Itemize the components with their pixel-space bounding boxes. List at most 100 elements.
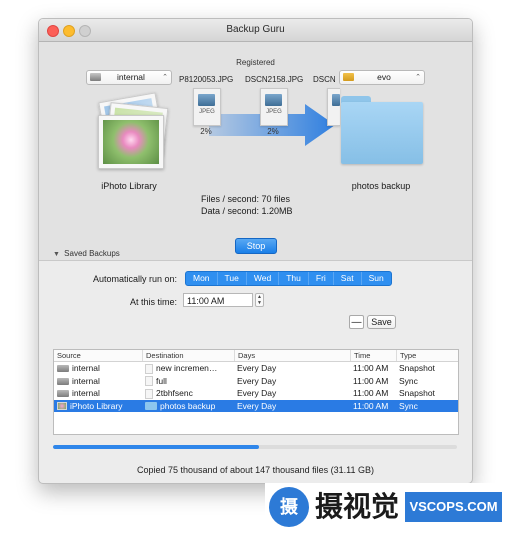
time-cell: 11:00 AM [353, 363, 389, 373]
destination-text: new incremen… [156, 363, 218, 373]
hard-disk-icon [90, 73, 101, 81]
status-message: Copied 75 thousand of about 147 thousand… [136, 465, 374, 475]
destination-disk-popup[interactable]: evo ⌃ [339, 70, 425, 85]
hard-disk-icon [57, 390, 69, 398]
source-text: iPhoto Library [70, 400, 123, 411]
title-bar: Backup Guru [39, 19, 472, 42]
days-cell: Every Day [237, 400, 277, 411]
remove-backup-button[interactable]: — [349, 315, 364, 329]
type-cell: Snapshot [399, 388, 435, 398]
overall-progress-bar [53, 445, 457, 449]
type-cell: Snapshot [399, 363, 435, 373]
hard-disk-icon [57, 365, 69, 373]
jpeg-file-icon: JPEG [193, 88, 221, 126]
watermark-site: VSCOPS.COM [405, 492, 502, 522]
saved-backups-label: Saved Backups [64, 249, 120, 258]
source-name: iPhoto Library [101, 181, 157, 191]
time-label: At this time: [129, 297, 177, 307]
destination-cell: 2tbhfsenc [142, 387, 234, 400]
destination-text: photos backup [160, 400, 216, 411]
time-cell: 11:00 AM [353, 388, 389, 398]
source-cell: internal [54, 362, 142, 375]
auto-run-label: Automatically run on: [92, 274, 177, 284]
source-disk-label: internal [117, 72, 145, 82]
transfer-panel: Registered internal ⌃ evo ⌃ iPhoto Libra… [39, 42, 472, 261]
day-toggle-fri[interactable]: Fri [309, 272, 334, 285]
destination-cell: full [142, 375, 234, 388]
stop-button[interactable]: Stop [235, 238, 277, 254]
data-per-second: Data / second: 1.20MB [201, 206, 293, 216]
column-header-days[interactable]: Days [234, 350, 350, 361]
close-window-button[interactable] [47, 25, 59, 37]
destination-text: 2tbhfsenc [156, 388, 193, 398]
folder-icon [145, 402, 157, 411]
transfer-stats: Files / second: 70 files Data / second: … [201, 193, 293, 217]
iphoto-library-icon [86, 91, 172, 175]
external-disk-icon [343, 73, 354, 81]
jpeg-file-icon: JPEG [260, 88, 288, 126]
source-disk-popup[interactable]: internal ⌃ [86, 70, 172, 85]
day-toggle-mon[interactable]: Mon [186, 272, 218, 285]
time-cell: 11:00 AM [353, 375, 389, 386]
column-header-time[interactable]: Time [350, 350, 396, 361]
source-cell: internal [54, 375, 142, 388]
destination-text: full [156, 375, 167, 386]
chevron-updown-icon: ⌃ [415, 74, 421, 81]
time-field[interactable]: 11:00 AM [183, 293, 253, 307]
document-icon [145, 388, 153, 399]
time-cell: 11:00 AM [353, 400, 389, 411]
saved-backups-disclosure[interactable]: ▼ Saved Backups [53, 249, 120, 258]
table-row[interactable]: internal 2tbhfsenc Every Day 11:00 AM Sn… [54, 387, 458, 400]
minimize-window-button[interactable] [63, 25, 75, 37]
file-type-label: JPEG [266, 109, 282, 115]
document-icon [145, 376, 153, 387]
type-cell: Sync [399, 400, 418, 411]
destination-name: photos backup [351, 181, 411, 191]
watermark-logo: 摄 摄视觉 VSCOPS.COM [265, 483, 510, 535]
watermark-text: 摄视觉 [315, 490, 400, 523]
disclosure-triangle-icon: ▼ [53, 251, 60, 258]
file-name: P8120053.JPG [179, 75, 234, 84]
day-toggle-wed[interactable]: Wed [247, 272, 280, 285]
day-toggle-thu[interactable]: Thu [279, 272, 309, 285]
file-name: DSCN [313, 75, 336, 84]
source-text: internal [72, 363, 100, 373]
column-header-source[interactable]: Source [54, 350, 142, 361]
backups-table: Source Destination Days Time Type intern… [53, 349, 459, 435]
day-toggle-sun[interactable]: Sun [362, 272, 391, 285]
time-stepper[interactable]: ▲ ▼ [255, 293, 264, 307]
table-header: Source Destination Days Time Type [54, 350, 458, 362]
save-button[interactable]: Save [367, 315, 396, 329]
source-text: internal [72, 388, 100, 398]
zoom-window-button[interactable] [79, 25, 91, 37]
day-toggle-sat[interactable]: Sat [334, 272, 362, 285]
column-header-destination[interactable]: Destination [142, 350, 234, 361]
watermark-icon: 摄 [269, 487, 309, 527]
table-row-selected[interactable]: iPhoto Library photos backup Every Day 1… [54, 399, 458, 413]
window-title: Backup Guru [226, 24, 285, 35]
folder-icon [339, 94, 425, 174]
file-progress-percent: 2% [200, 127, 212, 136]
file-progress-percent: 2% [267, 127, 279, 136]
source-cell: internal [54, 387, 142, 400]
file-name: DSCN2158.JPG [245, 75, 304, 84]
column-header-type[interactable]: Type [396, 350, 458, 361]
weekday-selector: Mon Tue Wed Thu Fri Sat Sun [185, 271, 392, 286]
destination-disk-label: evo [377, 72, 391, 82]
day-toggle-tue[interactable]: Tue [218, 272, 247, 285]
source-cell: iPhoto Library [54, 400, 142, 413]
table-row[interactable]: internal new incremen… Every Day 11:00 A… [54, 362, 458, 375]
table-row[interactable]: internal full Every Day 11:00 AM Sync [54, 375, 458, 388]
hard-disk-icon [57, 377, 69, 385]
days-cell: Every Day [237, 363, 277, 373]
days-cell: Every Day [237, 375, 277, 386]
source-text: internal [72, 375, 100, 386]
type-cell: Sync [399, 375, 418, 386]
destination-cell: new incremen… [142, 362, 234, 375]
iphoto-icon [57, 402, 67, 411]
document-icon [145, 363, 153, 374]
destination-cell: photos backup [142, 400, 234, 413]
chevron-down-icon: ▼ [257, 300, 262, 306]
days-cell: Every Day [237, 388, 277, 398]
app-window: Backup Guru Registered internal ⌃ evo ⌃ … [38, 18, 473, 484]
